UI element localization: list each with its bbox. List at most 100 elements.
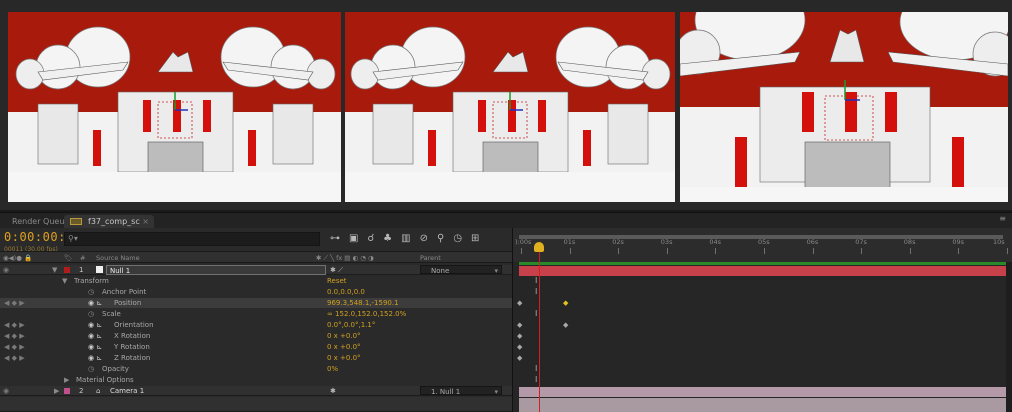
layer-index: 1 xyxy=(79,266,84,274)
keyframe-navigator[interactable]: ◀ ◆ ▶ xyxy=(4,320,25,330)
keyframe-diamond[interactable]: ◆ xyxy=(563,320,568,330)
viewer-frame-1[interactable] xyxy=(8,12,341,202)
property-row-anchor-point[interactable]: ◷ Anchor Point 0.0,0.0,0.0 xyxy=(0,287,512,297)
search-input[interactable]: ⚲▾ xyxy=(64,232,320,246)
comp-mini-flowchart-icon[interactable]: ⊶ xyxy=(330,232,340,246)
viewer-frame-2[interactable] xyxy=(345,12,675,202)
draft-3d-icon[interactable]: ▣ xyxy=(349,232,358,246)
reset-link[interactable]: Reset xyxy=(327,276,347,286)
expand-arrow-icon[interactable]: ▼ xyxy=(62,276,67,286)
property-value[interactable]: 0.0°,0.0°,1.1° xyxy=(327,320,375,330)
current-time-indicator[interactable] xyxy=(539,243,540,412)
property-row-transform[interactable]: ▼ Transform Reset xyxy=(0,276,512,286)
parent-dropdown[interactable]: None ▾ xyxy=(420,265,502,275)
ruler-tick-label: 02s xyxy=(612,238,624,246)
keyframe-navigator[interactable]: ◀ ◆ ▶ xyxy=(4,353,25,363)
property-value[interactable]: 0 x +0.0° xyxy=(327,342,361,352)
property-value[interactable]: 0 x +0.0° xyxy=(327,331,361,341)
current-time-indicator-head[interactable] xyxy=(534,242,544,252)
property-value[interactable]: 0.0,0.0,0.0 xyxy=(327,287,365,297)
visibility-icon[interactable]: ◉ xyxy=(3,386,9,396)
stopwatch-active-icon[interactable]: ◉ ⊾ xyxy=(88,298,102,308)
hide-shy-layers-icon[interactable]: ☌ xyxy=(367,232,374,246)
property-row-opacity[interactable]: ◷ Opacity 0% xyxy=(0,364,512,374)
tab-composition-label: f37_comp_sc xyxy=(88,217,140,226)
visibility-icon[interactable]: ◉ xyxy=(3,265,9,275)
layer-row-camera[interactable]: ◉ ▶ 2 ⌂ Camera 1 ✱ 1. Null 1 ▾ xyxy=(0,386,512,396)
layer-row-partial[interactable] xyxy=(0,397,512,412)
keyframe-diamond[interactable]: ◆ xyxy=(517,353,522,363)
keyframe-hold-marker[interactable]: I xyxy=(535,287,537,297)
property-name: Orientation xyxy=(114,321,154,329)
collapse-switch-icon[interactable]: ✱ xyxy=(330,386,336,396)
panel-menu-icon[interactable]: ≡ xyxy=(999,214,1006,223)
timeline-layer-panel: 0:00:00:11 00011 (30.00 fps) ⚲▾ ⊶ ▣ ☌ ♣ … xyxy=(0,228,512,412)
cache-indicator xyxy=(519,262,1012,265)
expand-arrow-icon[interactable]: ▶ xyxy=(54,386,59,396)
render-region-icon[interactable]: ⊞ xyxy=(471,232,479,246)
stopwatch-active-icon[interactable]: ◉ ⊾ xyxy=(88,342,102,352)
layer-duration-bar-next[interactable] xyxy=(519,398,1012,412)
expand-arrow-icon[interactable]: ▼ xyxy=(52,265,57,275)
stopwatch-icon[interactable]: ◷ xyxy=(88,287,94,297)
tab-composition[interactable]: f37_comp_sc × xyxy=(64,215,154,228)
stopwatch-active-icon[interactable]: ◉ ⊾ xyxy=(88,353,102,363)
stopwatch-icon[interactable]: ◷ xyxy=(88,364,94,374)
header-source-name[interactable]: Source Name xyxy=(96,254,140,262)
parent-dropdown[interactable]: 1. Null 1 ▾ xyxy=(420,386,502,396)
property-value[interactable]: 0% xyxy=(327,364,338,374)
layer-name-field[interactable]: Null 1 xyxy=(106,265,326,275)
property-row-scale[interactable]: ◷ Scale ∞ 152.0,152.0,152.0% xyxy=(0,309,512,319)
keyframe-hold-marker[interactable]: I xyxy=(535,364,537,374)
stopwatch-active-icon[interactable]: ◉ ⊾ xyxy=(88,331,102,341)
property-row-position[interactable]: ◀ ◆ ▶ ◉ ⊾ Position 969.3,548.1,-1590.1 xyxy=(0,298,512,308)
layer-name[interactable]: Camera 1 xyxy=(110,386,144,396)
ruler-tick-label: 01s xyxy=(563,238,576,246)
close-icon[interactable]: × xyxy=(142,215,149,228)
graph-editor-icon[interactable]: ◷ xyxy=(453,232,462,246)
keyframe-navigator[interactable]: ◀ ◆ ▶ xyxy=(4,298,25,308)
auto-keyframe-icon[interactable]: ⚲ xyxy=(437,232,444,246)
label-color-swatch[interactable] xyxy=(64,267,70,273)
timeline-tool-icons: ⊶ ▣ ☌ ♣ ▥ ⊘ ⚲ ◷ ⊞ xyxy=(330,232,479,246)
property-value[interactable]: 969.3,548.1,-1590.1 xyxy=(327,298,399,308)
motion-blur-icon[interactable]: ▥ xyxy=(401,232,410,246)
header-number[interactable]: # xyxy=(80,254,85,262)
header-parent[interactable]: Parent xyxy=(420,254,441,262)
keyframe-diamond[interactable]: ◆ xyxy=(517,298,522,308)
collapse-switch-icon[interactable]: ✱ ⟋ xyxy=(330,265,343,275)
layer-duration-bar-null[interactable] xyxy=(519,266,1012,276)
stopwatch-icon[interactable]: ◷ xyxy=(88,309,94,319)
keyframe-navigator[interactable]: ◀ ◆ ▶ xyxy=(4,342,25,352)
keyframe-diamond[interactable]: ◆ xyxy=(517,342,522,352)
brainstorm-icon[interactable]: ⊘ xyxy=(420,232,428,246)
expand-arrow-icon[interactable]: ▶ xyxy=(64,375,69,385)
property-row-orientation[interactable]: ◀ ◆ ▶ ◉ ⊾ Orientation 0.0°,0.0°,1.1° xyxy=(0,320,512,330)
viewer-frame-3[interactable] xyxy=(680,12,1008,202)
label-color-swatch[interactable] xyxy=(64,388,70,394)
property-value[interactable]: ∞ 152.0,152.0,152.0% xyxy=(327,309,406,319)
keyframe-diamond[interactable]: ◆ xyxy=(517,320,522,330)
stopwatch-active-icon[interactable]: ◉ ⊾ xyxy=(88,320,102,330)
vertical-scrollbar[interactable] xyxy=(1006,262,1012,412)
property-row-z-rotation[interactable]: ◀ ◆ ▶ ◉ ⊾ Z Rotation 0 x +0.0° xyxy=(0,353,512,363)
keyframe-hold-marker[interactable]: I xyxy=(535,375,537,385)
ruler-tick-label: 04s xyxy=(709,238,722,246)
layer-duration-bar-camera[interactable] xyxy=(519,387,1012,397)
header-switch-icons[interactable]: ✱ ⟋ ╲ fx ▤ ◐ ◔ ◑ xyxy=(316,254,374,263)
property-row-x-rotation[interactable]: ◀ ◆ ▶ ◉ ⊾ X Rotation 0 x +0.0° xyxy=(0,331,512,341)
keyframe-diamond-selected[interactable]: ◆ xyxy=(563,298,568,308)
layer-row-null[interactable]: ◉ ▼ 1 Null 1 ✱ ⟋ None ▾ xyxy=(0,265,512,275)
frame-blending-icon[interactable]: ♣ xyxy=(383,232,392,246)
header-switches[interactable]: ◉◀)● 🔒 xyxy=(3,254,32,262)
ruler-tick-label: 08s xyxy=(903,238,916,246)
header-label-icon[interactable]: 🏷 xyxy=(64,254,72,262)
property-value[interactable]: 0 x +0.0° xyxy=(327,353,361,363)
property-row-y-rotation[interactable]: ◀ ◆ ▶ ◉ ⊾ Y Rotation 0 x +0.0° xyxy=(0,342,512,352)
keyframe-hold-marker[interactable]: I xyxy=(535,309,537,319)
keyframe-navigator[interactable]: ◀ ◆ ▶ xyxy=(4,331,25,341)
magnifier-icon: ⚲▾ xyxy=(68,234,78,243)
property-row-material-options[interactable]: ▶ Material Options xyxy=(0,375,512,385)
keyframe-hold-marker[interactable]: I xyxy=(535,276,537,286)
keyframe-diamond[interactable]: ◆ xyxy=(517,331,522,341)
